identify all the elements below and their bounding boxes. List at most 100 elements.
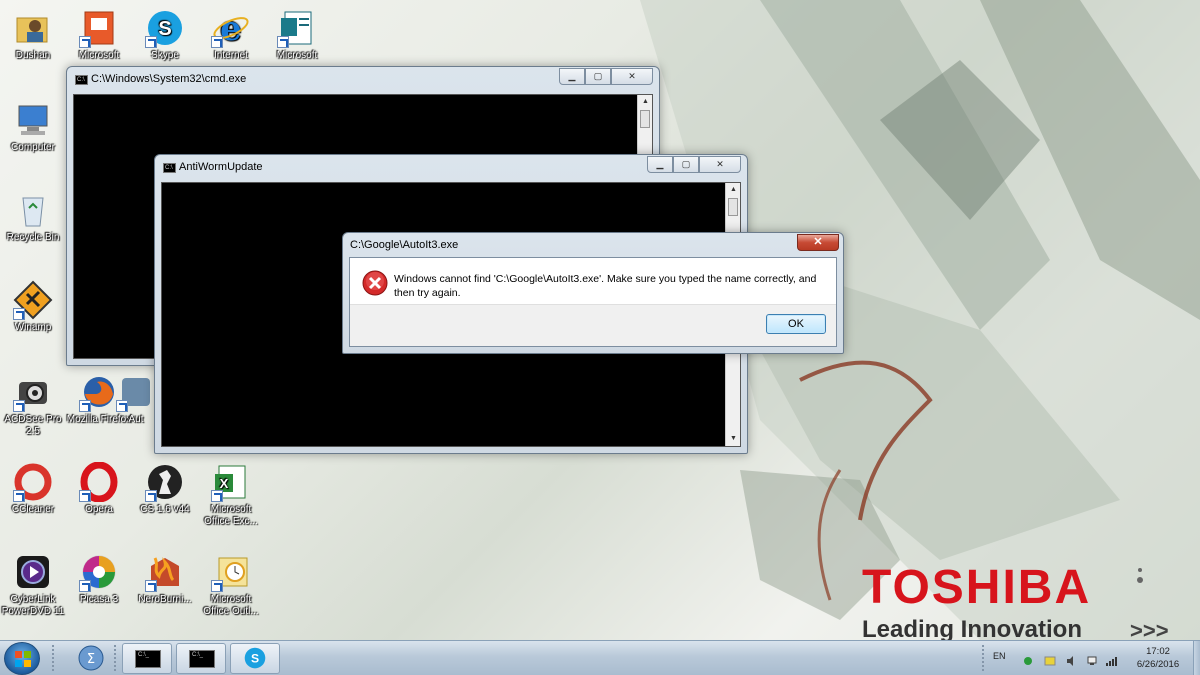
shortcut-arrow-icon xyxy=(116,400,128,412)
taskbar-grip[interactable] xyxy=(52,645,56,671)
language-indicator[interactable]: EN xyxy=(993,651,1006,661)
outlook-icon xyxy=(211,552,251,592)
shortcut-arrow-icon xyxy=(145,36,157,48)
desktop-icon-label: Microsoft xyxy=(276,50,318,61)
shortcut-arrow-icon xyxy=(211,580,223,592)
volume-icon[interactable] xyxy=(1066,653,1078,666)
desktop-icon-label: NeroBurni... xyxy=(138,594,192,605)
computer-icon xyxy=(13,100,53,140)
show-desktop-button[interactable] xyxy=(1193,641,1200,675)
scroll-thumb[interactable] xyxy=(728,198,738,216)
opera-icon xyxy=(79,461,119,503)
desktop-icon-internet-explorer[interactable]: e Internet xyxy=(198,8,264,62)
desktop-icon-label: Skype xyxy=(151,50,179,61)
shortcut-arrow-icon xyxy=(145,580,157,592)
notification-icon[interactable] xyxy=(1044,653,1056,666)
toshiba-logo: TOSHIBA xyxy=(862,561,1092,614)
desktop-icon-label: ACDSee Pro 2.5 xyxy=(4,414,62,437)
svg-text:e: e xyxy=(220,9,242,48)
desktop-icon-acdsee[interactable]: ACDSee Pro 2.5 xyxy=(0,372,66,438)
close-button[interactable]: ✕ xyxy=(611,68,653,85)
shortcut-arrow-icon xyxy=(79,36,91,48)
dialog-body: Windows cannot find 'C:\Google\AutoIt3.e… xyxy=(349,257,837,347)
firefox-icon xyxy=(79,372,119,412)
ok-button[interactable]: OK xyxy=(766,314,826,334)
cmd-icon: C:\_ xyxy=(189,650,215,668)
taskbar-item-cmd[interactable]: C:\_ xyxy=(122,643,172,674)
desktop-icon-label: Computer xyxy=(11,142,55,153)
start-button[interactable] xyxy=(4,642,40,675)
desktop-icon-dushan[interactable]: Dushan xyxy=(0,8,66,62)
scroll-up-icon[interactable]: ▲ xyxy=(638,95,653,109)
taskbar-grip[interactable] xyxy=(114,645,118,671)
acdsee-icon xyxy=(13,372,53,412)
maximize-button[interactable]: ▢ xyxy=(585,68,611,85)
desktop-icon-label: Winamp xyxy=(14,322,52,333)
desktop-icon-label: CS 1.6 v44 xyxy=(140,504,190,515)
dialog-title: C:\Google\AutoIt3.exe xyxy=(350,239,459,251)
winamp-icon xyxy=(13,280,53,320)
network-icon[interactable] xyxy=(1086,653,1098,665)
desktop-icon-publisher[interactable]: Microsoft xyxy=(264,8,330,62)
desktop-icon-label: Microsoft Office Exc... xyxy=(204,504,258,527)
clock[interactable]: 17:02 6/26/2016 xyxy=(1126,645,1190,671)
ccleaner-icon xyxy=(13,462,53,502)
dialog-message: Windows cannot find 'C:\Google\AutoIt3.e… xyxy=(394,273,817,299)
shortcut-arrow-icon xyxy=(13,400,25,412)
desktop-icon-label: Internet xyxy=(214,50,248,61)
skype-icon: S xyxy=(244,647,266,669)
minimize-button[interactable]: ▁ xyxy=(559,68,585,85)
desktop-icon-nero[interactable]: NeroBurni... xyxy=(132,552,198,606)
scroll-up-icon[interactable]: ▲ xyxy=(726,183,741,197)
scroll-down-icon[interactable]: ▼ xyxy=(726,432,741,446)
desktop-icon-picasa[interactable]: Picasa 3 xyxy=(66,552,132,606)
publisher-icon xyxy=(277,8,317,48)
desktop-icon-opera[interactable]: Opera xyxy=(66,461,132,516)
scroll-thumb[interactable] xyxy=(640,110,650,128)
close-button[interactable]: ✕ xyxy=(699,156,741,173)
desktop-icon-excel[interactable]: X Microsoft Office Exc... xyxy=(198,462,264,528)
desktop-icon-label: Microsoft xyxy=(78,50,120,61)
clock-date: 6/26/2016 xyxy=(1136,659,1180,670)
taskbar-pinned-sigma[interactable]: Σ xyxy=(74,643,108,674)
nero-icon xyxy=(145,552,185,592)
shortcut-arrow-icon xyxy=(13,490,25,502)
shortcut-arrow-icon xyxy=(13,308,25,320)
internet-explorer-icon: e xyxy=(211,8,251,49)
signal-bars-icon[interactable] xyxy=(1106,653,1118,666)
cmd-icon: C:\_ xyxy=(135,650,161,668)
excel-icon: X xyxy=(211,462,251,502)
desktop-icon-ccleaner[interactable]: CCleaner xyxy=(0,462,66,516)
svg-text:Σ: Σ xyxy=(87,652,95,667)
security-icon[interactable] xyxy=(1022,653,1034,665)
desktop-icon-powerpoint[interactable]: Microsoft xyxy=(66,8,132,62)
taskbar-item-antiworm[interactable]: C:\_ xyxy=(176,643,226,674)
desktop-icon-label: Dushan xyxy=(15,50,51,61)
tray-grip[interactable] xyxy=(982,645,986,671)
desktop-icon-label: Opera xyxy=(85,504,113,515)
dialog-close-button[interactable]: ✕ xyxy=(797,234,839,251)
desktop-icon-recycle-bin[interactable]: Recycle Bin xyxy=(0,190,66,244)
shortcut-arrow-icon xyxy=(79,490,91,502)
maximize-button[interactable]: ▢ xyxy=(673,156,699,173)
svg-text:S: S xyxy=(158,18,171,40)
desktop-icon-skype[interactable]: S Skype xyxy=(132,8,198,62)
picasa-icon xyxy=(79,552,119,592)
window-controls: ▁ ▢ ✕ xyxy=(559,68,653,85)
window-controls: ▁ ▢ ✕ xyxy=(647,156,741,173)
desktop-icon-outlook[interactable]: Microsoft Office Outl... xyxy=(198,552,264,618)
error-dialog[interactable]: C:\Google\AutoIt3.exe ✕ Windows cannot f… xyxy=(342,232,844,354)
powerpoint-icon xyxy=(79,8,119,48)
desktop-icon-counter-strike[interactable]: CS 1.6 v44 xyxy=(132,462,198,516)
desktop-icon-autoit[interactable]: Aut xyxy=(116,372,156,426)
shortcut-arrow-icon xyxy=(211,490,223,502)
sigma-icon: Σ xyxy=(78,645,104,671)
minimize-button[interactable]: ▁ xyxy=(647,156,673,173)
desktop-icon-powerdvd[interactable]: CyberLink PowerDVD 11 xyxy=(0,552,66,618)
window-title: AntiWormUpdate xyxy=(179,161,263,173)
desktop-icon-computer[interactable]: Computer xyxy=(0,100,66,154)
shortcut-arrow-icon xyxy=(145,490,157,502)
taskbar-item-skype[interactable]: S xyxy=(230,643,280,674)
desktop-icon-winamp[interactable]: Winamp xyxy=(0,280,66,334)
desktop-icon-label: Picasa 3 xyxy=(79,594,119,605)
